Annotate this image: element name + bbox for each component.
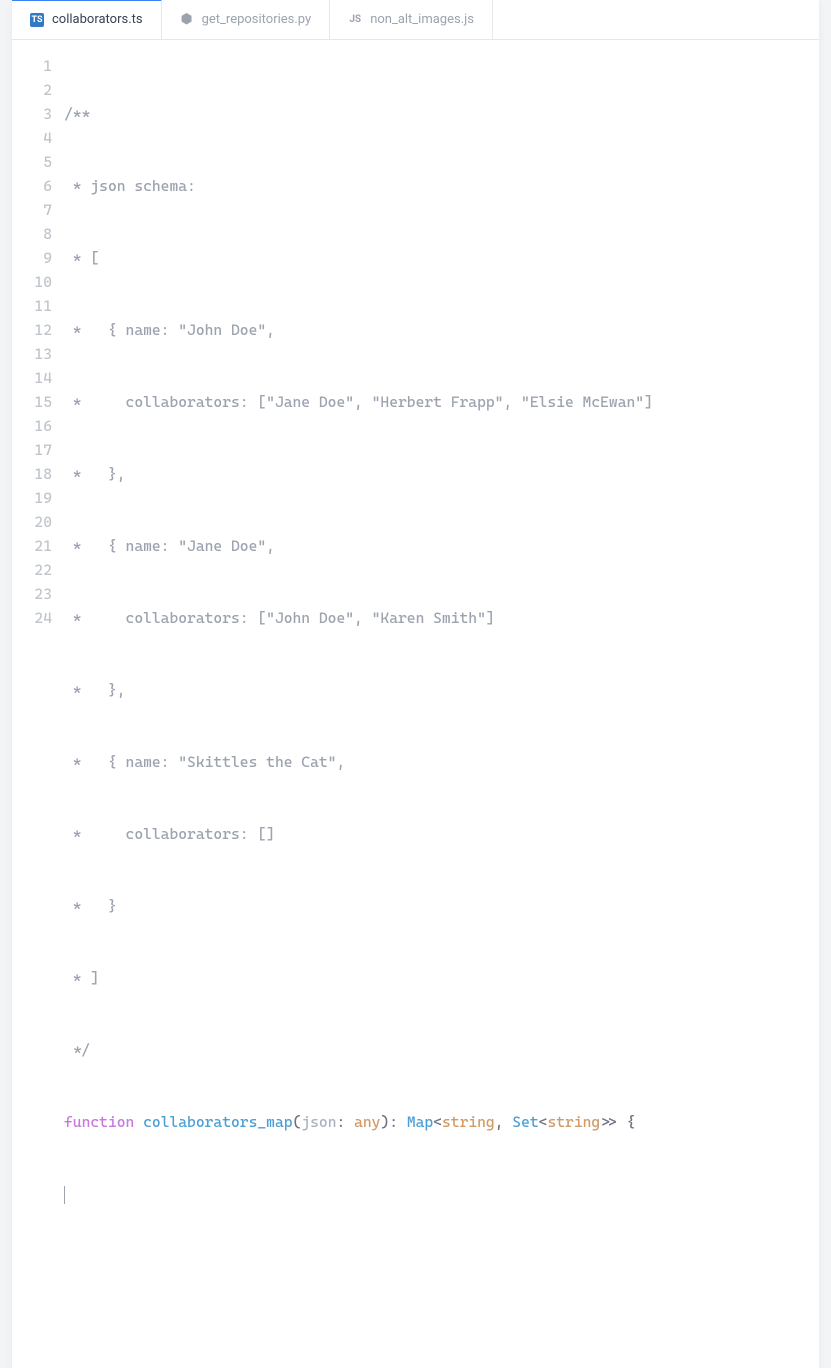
editor-container: TS collaborators.ts ⬢ get_repositories.p…: [12, 0, 819, 1368]
code-punct: <: [539, 1113, 548, 1131]
line-number: 4: [12, 126, 52, 150]
line-number: 1: [12, 54, 52, 78]
code-keyword: function: [64, 1113, 134, 1131]
code-punct: ): [380, 1113, 389, 1131]
code-comment: * collaborators: ["Jane Doe", "Herbert F…: [64, 393, 653, 411]
line-number: 7: [12, 198, 52, 222]
line-number: 14: [12, 366, 52, 390]
tab-bar: TS collaborators.ts ⬢ get_repositories.p…: [12, 0, 819, 40]
code-content[interactable]: /** * json schema: * [ * { name: "John D…: [64, 54, 819, 1368]
text-cursor: [64, 1186, 65, 1204]
line-number: 15: [12, 390, 52, 414]
code-comment: * collaborators: []: [64, 825, 275, 843]
code-comment: * { name: "John Doe",: [64, 321, 275, 339]
code-comment: * ]: [64, 969, 99, 987]
line-number: 11: [12, 294, 52, 318]
tab-collaborators[interactable]: TS collaborators.ts: [12, 0, 162, 39]
code-punct: ,: [495, 1113, 513, 1131]
code-punct: :: [389, 1113, 407, 1131]
code-type-ref: Set: [512, 1113, 538, 1131]
code-type: string: [547, 1113, 600, 1131]
code-comment: * collaborators: ["John Doe", "Karen Smi…: [64, 609, 495, 627]
code-type: string: [442, 1113, 495, 1131]
line-number: 17: [12, 438, 52, 462]
line-number: 2: [12, 78, 52, 102]
code-type-ref: Map: [407, 1113, 433, 1131]
tab-get-repositories[interactable]: ⬢ get_repositories.py: [162, 0, 331, 39]
tab-label: non_alt_images.js: [370, 12, 474, 27]
typescript-icon: TS: [30, 13, 44, 27]
line-number: 19: [12, 486, 52, 510]
line-number: 18: [12, 462, 52, 486]
python-icon: ⬢: [180, 13, 194, 27]
tab-label: collaborators.ts: [52, 12, 143, 27]
code-comment: * { name: "Jane Doe",: [64, 537, 275, 555]
code-function-name: collaborators_map: [143, 1113, 292, 1131]
code-param: json: [301, 1113, 336, 1131]
line-number-gutter: 1 2 3 4 5 6 7 8 9 10 11 12 13 14 15 16 1…: [12, 54, 64, 1368]
line-number: 12: [12, 318, 52, 342]
code-type: any: [354, 1113, 380, 1131]
javascript-icon: JS: [348, 13, 362, 27]
line-number: 21: [12, 534, 52, 558]
line-number: 22: [12, 558, 52, 582]
code-area[interactable]: 1 2 3 4 5 6 7 8 9 10 11 12 13 14 15 16 1…: [12, 40, 819, 1368]
code-comment: * [: [64, 249, 99, 267]
line-number: 5: [12, 150, 52, 174]
line-number: 20: [12, 510, 52, 534]
code-comment: */: [64, 1041, 90, 1059]
line-number: 23: [12, 582, 52, 606]
code-punct: (: [293, 1113, 302, 1131]
code-punct: {: [618, 1113, 636, 1131]
line-number: 13: [12, 342, 52, 366]
code-punct: <: [433, 1113, 442, 1131]
line-number: 9: [12, 246, 52, 270]
line-number: 16: [12, 414, 52, 438]
tab-non-alt-images[interactable]: JS non_alt_images.js: [330, 0, 493, 39]
line-number: 8: [12, 222, 52, 246]
code-punct: >>: [600, 1113, 618, 1131]
line-number: 6: [12, 174, 52, 198]
code-comment: * json schema:: [64, 177, 196, 195]
code-comment: /**: [64, 105, 90, 123]
code-comment: * { name: "Skittles the Cat",: [64, 753, 345, 771]
code-punct: :: [336, 1113, 354, 1131]
code-comment: * },: [64, 465, 126, 483]
line-number: 10: [12, 270, 52, 294]
line-number: 3: [12, 102, 52, 126]
code-comment: * }: [64, 897, 117, 915]
tab-label: get_repositories.py: [202, 12, 312, 27]
line-number: 24: [12, 606, 52, 630]
